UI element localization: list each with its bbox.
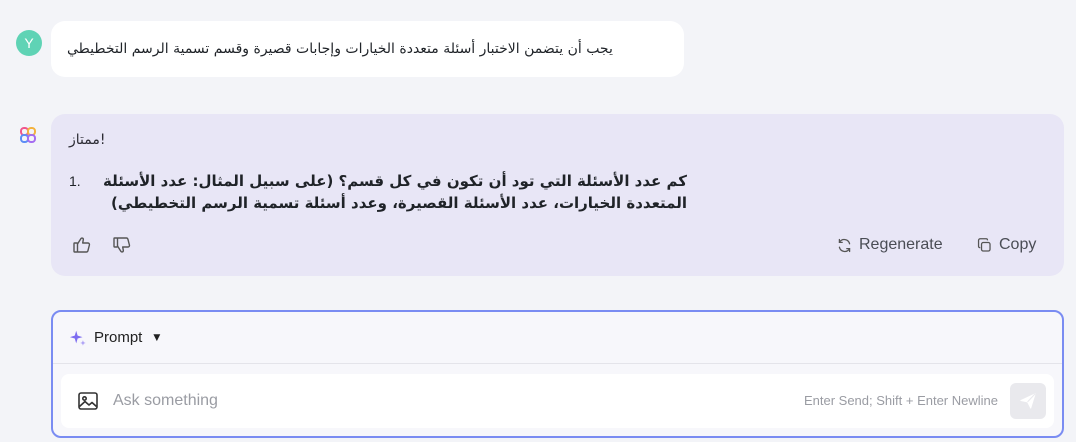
user-message-text: يجب أن يتضمن الاختبار أسئلة متعددة الخيا…: [67, 41, 613, 57]
assistant-greeting: ممتاز!: [69, 132, 106, 148]
copy-icon: [977, 237, 991, 252]
caret-down-icon: ▼: [153, 332, 161, 343]
prompt-mode-selector[interactable]: Prompt ▼: [53, 312, 1062, 364]
list-item-text: كم عدد الأسئلة التي تود أن تكون في كل قس…: [103, 172, 687, 212]
message-input-row: Enter Send; Shift + Enter Newline: [61, 374, 1054, 428]
list-item-number: 1.: [69, 173, 81, 189]
refresh-icon: [838, 238, 851, 252]
ask-input[interactable]: [113, 386, 713, 416]
user-message-bubble: يجب أن يتضمن الاختبار أسئلة متعددة الخيا…: [51, 21, 684, 77]
prompt-mode-label: Prompt: [94, 329, 143, 346]
thumbs-down-icon[interactable]: [112, 235, 132, 255]
regenerate-button[interactable]: Regenerate: [836, 234, 943, 256]
send-button[interactable]: [1010, 383, 1046, 419]
prompt-composer: Prompt ▼ Enter Send; Shift + Enter Newli…: [51, 310, 1064, 438]
thumbs-up-icon[interactable]: [72, 235, 92, 255]
send-hint: Enter Send; Shift + Enter Newline: [803, 393, 998, 408]
send-icon: [1020, 393, 1036, 409]
assistant-logo-icon: [20, 127, 36, 143]
user-avatar-letter: Y: [24, 35, 34, 51]
image-upload-icon[interactable]: [77, 390, 99, 412]
copy-label: Copy: [999, 236, 1037, 253]
sparkle-icon: [69, 330, 86, 346]
assistant-message-bubble: ممتاز! 1. كم عدد الأسئلة التي تود أن تكو…: [51, 114, 1064, 276]
regenerate-label: Regenerate: [859, 236, 943, 253]
copy-button[interactable]: Copy: [976, 234, 1036, 256]
user-avatar: Y: [16, 30, 42, 56]
